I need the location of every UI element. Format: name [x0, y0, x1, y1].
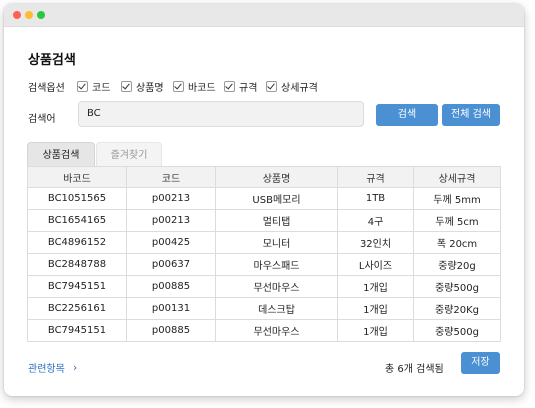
column-header-spec[interactable]: 규격: [337, 166, 414, 188]
checkbox-check-icon[interactable]: [121, 81, 132, 92]
app-window: 상품검색 검색옵션 코드 상품명 바코드 규격 상세규격 검색어 BC 검색 전…: [4, 4, 524, 396]
cell-code: p00637: [126, 253, 216, 276]
cell-product-name: 멀티탭: [215, 209, 338, 232]
column-header-code[interactable]: 코드: [126, 166, 216, 188]
cell-barcode: BC1654165: [27, 209, 127, 232]
search-options-label: 검색옵션: [28, 83, 65, 94]
tab-favorites[interactable]: 즐겨찾기: [96, 142, 162, 167]
cell-spec: 1개입: [337, 275, 414, 298]
cell-code: p00885: [126, 275, 216, 298]
checkbox-spec[interactable]: 규격: [224, 79, 257, 94]
close-window-button[interactable]: [13, 11, 21, 19]
related-items-label[interactable]: 관련항목: [28, 360, 65, 375]
cell-detail-spec: 중량20Kg: [413, 297, 501, 320]
related-items-link[interactable]: 관련항목 ›: [28, 360, 77, 375]
column-header-barcode[interactable]: 바코드: [27, 166, 127, 188]
cell-spec: 4구: [337, 209, 414, 232]
cell-detail-spec: 중량500g: [413, 275, 501, 298]
cell-product-name: 무선마우스: [215, 319, 338, 342]
cell-product-name: 데스크탑: [215, 297, 338, 320]
search-keyword-label: 검색어: [28, 114, 56, 125]
checkbox-check-icon[interactable]: [224, 81, 235, 92]
table-header-row: 바코드 코드 상품명 규격 상세규격: [27, 166, 501, 188]
result-count: 총 6개 검색됨: [385, 364, 444, 375]
checkbox-label: 규격: [239, 83, 258, 94]
cell-barcode: BC2848788: [27, 253, 127, 276]
cell-code: p00425: [126, 231, 216, 254]
checkbox-check-icon[interactable]: [173, 81, 184, 92]
checkbox-label: 바코드: [188, 83, 216, 94]
checkbox-barcode[interactable]: 바코드: [173, 79, 216, 94]
checkbox-code[interactable]: 코드: [77, 79, 110, 94]
table-row[interactable]: BC4896152 p00425 모니터 32인치 폭 20cm: [27, 231, 501, 254]
table-row[interactable]: BC2256161 p00131 데스크탑 1개입 중량20Kg: [27, 297, 501, 320]
cell-barcode: BC4896152: [27, 231, 127, 254]
cell-spec: 32인치: [337, 231, 414, 254]
results-table: 바코드 코드 상품명 규격 상세규격 BC1051565 p00213 USB메…: [27, 166, 501, 342]
table-row[interactable]: BC1654165 p00213 멀티탭 4구 두께 5cm: [27, 209, 501, 232]
table-row[interactable]: BC1051565 p00213 USB메모리 1TB 두께 5mm: [27, 187, 501, 210]
search-input[interactable]: BC: [78, 101, 364, 127]
cell-code: p00885: [126, 319, 216, 342]
minimize-window-button[interactable]: [25, 11, 33, 19]
column-header-detail-spec[interactable]: 상세규격: [413, 166, 501, 188]
cell-product-name: 마우스패드: [215, 253, 338, 276]
checkbox-product-name[interactable]: 상품명: [121, 79, 164, 94]
cell-product-name: USB메모리: [215, 187, 338, 210]
cell-product-name: 모니터: [215, 231, 338, 254]
maximize-window-button[interactable]: [37, 11, 45, 19]
table-row[interactable]: BC7945151 p00885 무선마우스 1개입 중량500g: [27, 319, 501, 342]
checkbox-label: 코드: [92, 83, 111, 94]
cell-detail-spec: 두께 5cm: [413, 209, 501, 232]
checkbox-label: 상세규격: [281, 83, 318, 94]
tab-product-search[interactable]: 상품검색: [27, 142, 95, 167]
cell-spec: 1TB: [337, 187, 414, 210]
column-header-product-name[interactable]: 상품명: [215, 166, 338, 188]
cell-code: p00213: [126, 209, 216, 232]
page-title: 상품검색: [28, 53, 76, 68]
checkbox-detail-spec[interactable]: 상세규격: [266, 79, 318, 94]
cell-spec: 1개입: [337, 297, 414, 320]
cell-detail-spec: 두께 5mm: [413, 187, 501, 210]
chevron-right-icon[interactable]: ›: [73, 361, 77, 374]
checkbox-check-icon[interactable]: [266, 81, 277, 92]
cell-barcode: BC7945151: [27, 275, 127, 298]
cell-detail-spec: 중량500g: [413, 319, 501, 342]
cell-code: p00131: [126, 297, 216, 320]
search-all-button[interactable]: 전체 검색: [442, 104, 500, 126]
cell-spec: L사이즈: [337, 253, 414, 276]
save-button[interactable]: 저장: [461, 352, 500, 374]
cell-barcode: BC1051565: [27, 187, 127, 210]
table-row[interactable]: BC2848788 p00637 마우스패드 L사이즈 중량20g: [27, 253, 501, 276]
cell-product-name: 무선마우스: [215, 275, 338, 298]
checkbox-label: 상품명: [136, 83, 164, 94]
cell-code: p00213: [126, 187, 216, 210]
table-row[interactable]: BC7945151 p00885 무선마우스 1개입 중량500g: [27, 275, 501, 298]
title-bar: [4, 4, 524, 27]
cell-barcode: BC2256161: [27, 297, 127, 320]
cell-spec: 1개입: [337, 319, 414, 342]
cell-detail-spec: 폭 20cm: [413, 231, 501, 254]
cell-detail-spec: 중량20g: [413, 253, 501, 276]
search-button[interactable]: 검색: [376, 104, 438, 126]
cell-barcode: BC7945151: [27, 319, 127, 342]
checkbox-check-icon[interactable]: [77, 81, 88, 92]
